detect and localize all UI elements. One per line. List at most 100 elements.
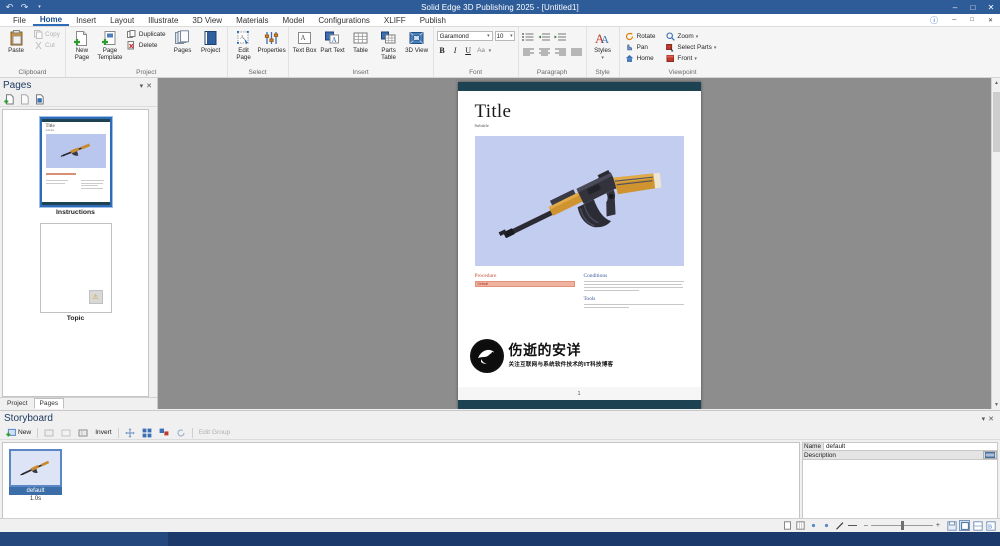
zoom-track[interactable] <box>870 521 933 530</box>
change-case-button[interactable]: Aa <box>476 45 487 56</box>
group-button[interactable] <box>156 427 172 439</box>
edit-page-button[interactable]: A Edit Page <box>231 28 257 63</box>
line-icon[interactable] <box>847 520 858 531</box>
cut-button[interactable]: Cut <box>31 40 62 51</box>
zoom-slider[interactable]: – + <box>864 521 940 530</box>
rotate-button[interactable]: Rotate <box>623 31 658 42</box>
chevron-down-icon[interactable]: ▾ <box>601 55 604 61</box>
close-icon[interactable]: ✕ <box>146 82 152 90</box>
procedure-bar[interactable]: Default <box>474 281 575 287</box>
tab-configurations[interactable]: Configurations <box>311 14 377 26</box>
close-button[interactable]: ✕ <box>982 0 1000 14</box>
close-icon[interactable]: ✕ <box>988 415 994 423</box>
bold-button[interactable]: B <box>437 45 448 56</box>
grid-button[interactable] <box>139 427 155 439</box>
update-button[interactable] <box>58 427 74 439</box>
ribbon-restore-icon[interactable]: □ <box>963 14 981 26</box>
paste-button[interactable]: Paste <box>3 28 29 56</box>
edit-group-button[interactable]: Edit Group <box>196 427 234 439</box>
home-button[interactable]: Home <box>623 53 658 64</box>
storyboard-frame[interactable]: default 1.0s <box>9 449 62 502</box>
page-thumbnail-instructions[interactable]: Title Subtitle <box>38 116 113 208</box>
save-view-icon[interactable] <box>946 520 957 531</box>
rotate-frame-button[interactable] <box>173 427 189 439</box>
point-icon[interactable] <box>808 520 819 531</box>
chevron-down-icon[interactable]: ▾ <box>489 48 492 54</box>
scroll-up-arrow-icon[interactable]: ▲ <box>992 78 1000 87</box>
fit-view-icon[interactable] <box>959 520 970 531</box>
pen-icon[interactable] <box>834 520 845 531</box>
storyboard-frame-list[interactable]: default 1.0s <box>2 442 800 530</box>
tab-model[interactable]: Model <box>276 14 312 26</box>
model-image-frame[interactable] <box>474 136 684 266</box>
tab-publish[interactable]: Publish <box>413 14 453 26</box>
grid-view-icon[interactable] <box>795 520 806 531</box>
publish-icon[interactable]: B <box>985 520 996 531</box>
underline-button[interactable]: U <box>463 45 474 56</box>
page-thumbnail-item[interactable]: ⚠ Topic <box>39 223 112 322</box>
add-page-icon[interactable] <box>3 94 16 106</box>
tab-3d-view[interactable]: 3D View <box>185 14 229 26</box>
delete-button[interactable]: Delete <box>125 40 168 51</box>
page-template-button[interactable]: Page Template <box>97 28 123 63</box>
duplicate-button[interactable]: Duplicate <box>125 29 168 40</box>
zoom-handle[interactable] <box>900 521 904 530</box>
copy-button[interactable]: Copy <box>31 29 62 40</box>
page-thumbnail-topic[interactable]: ⚠ <box>39 223 112 313</box>
italic-button[interactable]: I <box>450 45 461 56</box>
paste-page-icon[interactable] <box>33 94 46 106</box>
maximize-button[interactable]: □ <box>964 0 982 14</box>
minimize-button[interactable]: – <box>946 0 964 14</box>
3d-view-button[interactable]: 3D View <box>404 28 430 56</box>
styles-button[interactable]: A A Styles ▾ <box>590 28 616 62</box>
scrollbar-thumb[interactable] <box>993 92 1000 152</box>
ribbon-minimize-icon[interactable]: ─ <box>945 14 963 26</box>
description-editor-icon[interactable] <box>983 451 997 459</box>
table-button[interactable]: Table <box>348 28 374 56</box>
copy-page-icon[interactable] <box>18 94 31 106</box>
storyboard-frame-thumbnail[interactable] <box>9 449 62 487</box>
page-view-icon[interactable] <box>782 520 793 531</box>
chevron-down-icon[interactable]: ▾ <box>714 45 717 51</box>
document-canvas[interactable]: Title Subtitle Procedure Default Conditi… <box>158 78 1000 409</box>
tab-illustrate[interactable]: Illustrate <box>141 14 185 26</box>
frame-properties-button[interactable] <box>75 427 91 439</box>
chevron-down-icon[interactable]: ▾ <box>696 34 699 40</box>
dock-tab-project[interactable]: Project <box>1 398 34 409</box>
new-page-button[interactable]: New Page <box>69 28 95 63</box>
project-button[interactable]: Project <box>198 28 224 56</box>
font-family-combo[interactable]: Garamond ▾ <box>436 31 493 41</box>
align-center-icon[interactable] <box>538 46 551 57</box>
tab-home[interactable]: Home <box>32 14 70 26</box>
zoom-button[interactable]: Zoom ▾ <box>663 31 718 42</box>
decrease-indent-icon[interactable] <box>538 32 551 43</box>
align-left-icon[interactable] <box>522 46 535 57</box>
scroll-down-arrow-icon[interactable]: ▼ <box>992 400 1000 409</box>
zoom-in-button[interactable]: + <box>936 522 940 529</box>
point2-icon[interactable] <box>821 520 832 531</box>
part-text-button[interactable]: A Part Text <box>320 28 346 56</box>
pan-button[interactable]: Pan <box>623 42 658 53</box>
increase-indent-icon[interactable] <box>554 32 567 43</box>
page-thumbnail-item[interactable]: Title Subtitle Instructions <box>38 116 113 216</box>
dock-tab-pages[interactable]: Pages <box>33 398 65 409</box>
pages-button[interactable]: Pages <box>170 28 196 56</box>
tab-layout[interactable]: Layout <box>103 14 141 26</box>
name-input[interactable]: default <box>824 442 998 451</box>
font-size-combo[interactable]: 10 ▾ <box>494 31 515 41</box>
taskbar-window-item[interactable] <box>0 532 168 546</box>
front-view-button[interactable]: Front ▾ <box>663 53 718 64</box>
chevron-down-icon[interactable]: ▾ <box>694 56 697 62</box>
canvas-vertical-scrollbar[interactable]: ▲ ▼ <box>991 78 1000 409</box>
tab-materials[interactable]: Materials <box>229 14 275 26</box>
move-button[interactable] <box>122 427 138 439</box>
properties-button[interactable]: Properties <box>257 28 286 56</box>
tab-file[interactable]: File <box>6 14 33 26</box>
new-frame-button[interactable]: New <box>3 427 34 439</box>
auto-hide-icon[interactable]: ▾ <box>982 415 986 423</box>
auto-hide-icon[interactable]: ▾ <box>140 82 144 90</box>
invert-button[interactable]: Invert <box>92 427 115 439</box>
document-page[interactable]: Title Subtitle Procedure Default Conditi… <box>457 82 701 409</box>
bullets-icon[interactable] <box>522 32 535 43</box>
help-icon[interactable]: ⓘ <box>923 14 945 26</box>
